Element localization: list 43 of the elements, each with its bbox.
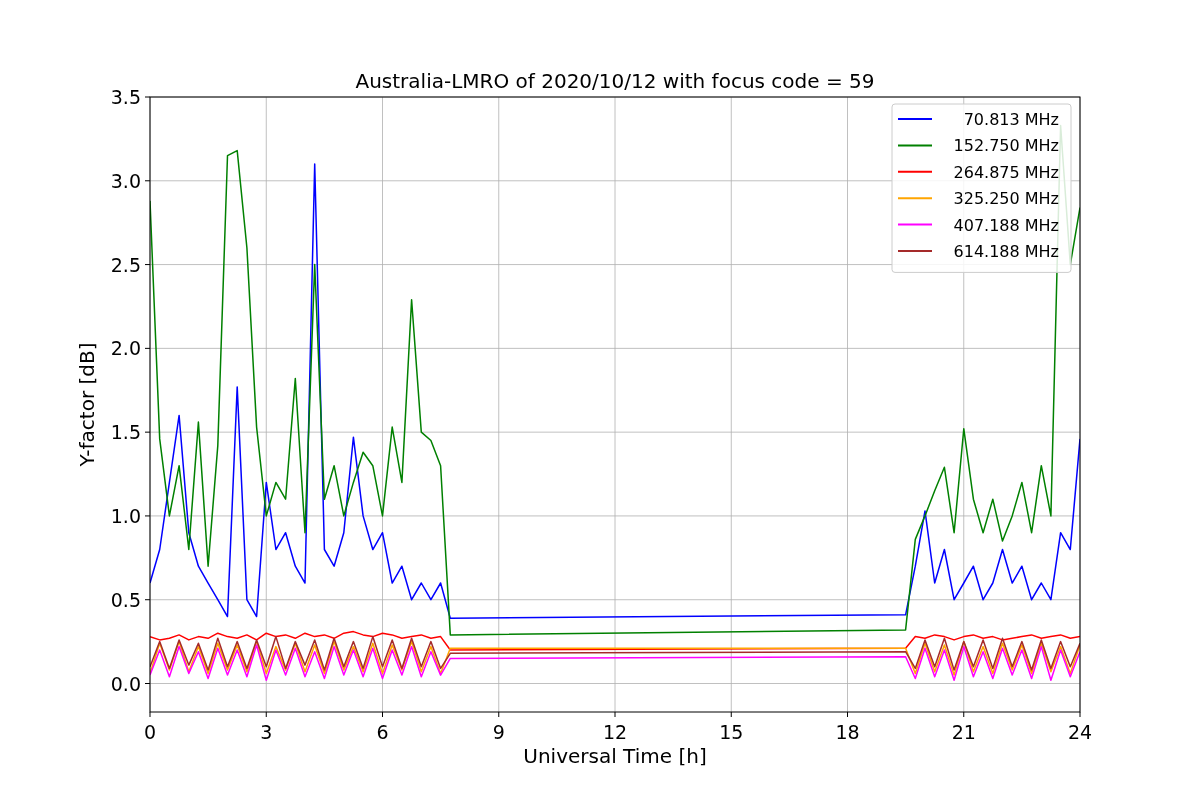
x-tick-label: 15	[719, 721, 744, 743]
tick-mark	[144, 347, 151, 349]
legend-label: 152.750 MHz	[953, 136, 1059, 156]
y-tick-label: 0.0	[110, 672, 141, 695]
tick-mark	[144, 431, 151, 433]
y-tick-label: 3.5	[110, 86, 141, 108]
y-tick-label: 3.0	[110, 169, 141, 192]
y-tick-label: 2.5	[110, 253, 141, 276]
tick-mark	[144, 515, 151, 517]
tick-mark	[144, 683, 151, 684]
x-tick-label: 6	[376, 721, 389, 743]
tick-mark	[498, 711, 500, 718]
legend-label: 407.188 MHz	[953, 215, 1059, 235]
tick-mark	[1079, 711, 1081, 718]
chart-title: Australia-LMRO of 2020/10/12 with focus code = 59	[355, 69, 875, 93]
tick-mark	[144, 264, 151, 266]
tick-mark	[382, 711, 383, 718]
tick-mark	[144, 96, 151, 98]
x-axis-label: Universal Time [h]	[523, 744, 707, 768]
x-tick-label: 12	[602, 721, 628, 743]
x-tick-label: 0	[143, 721, 157, 743]
legend-label: 325.250 MHz	[953, 189, 1059, 209]
y-tick-label: 1.5	[110, 421, 141, 444]
legend-label: 614.188 MHz	[953, 242, 1059, 261]
tick-mark	[963, 711, 965, 718]
y-tick-label: 0.5	[110, 588, 141, 611]
tick-mark	[144, 180, 151, 182]
x-tick-label: 9	[492, 721, 505, 743]
tick-mark	[730, 711, 732, 718]
y-tick-label: 2.0	[110, 337, 141, 360]
x-tick-label: 18	[835, 721, 860, 743]
x-tick-label: 3	[260, 721, 273, 743]
tick-mark	[265, 711, 267, 718]
tick-mark	[149, 711, 151, 718]
tick-mark	[847, 711, 848, 718]
y-tick-label: 1.0	[110, 504, 141, 527]
tick-mark	[614, 711, 616, 718]
y-axis-label: Y-factor [dB]	[75, 342, 99, 467]
tick-mark	[144, 599, 151, 601]
x-tick-label: 24	[1067, 721, 1093, 743]
legend-label: 70.813 MHz	[963, 110, 1059, 129]
x-tick-label: 21	[951, 721, 976, 743]
legend-label: 264.875 MHz	[953, 162, 1059, 182]
